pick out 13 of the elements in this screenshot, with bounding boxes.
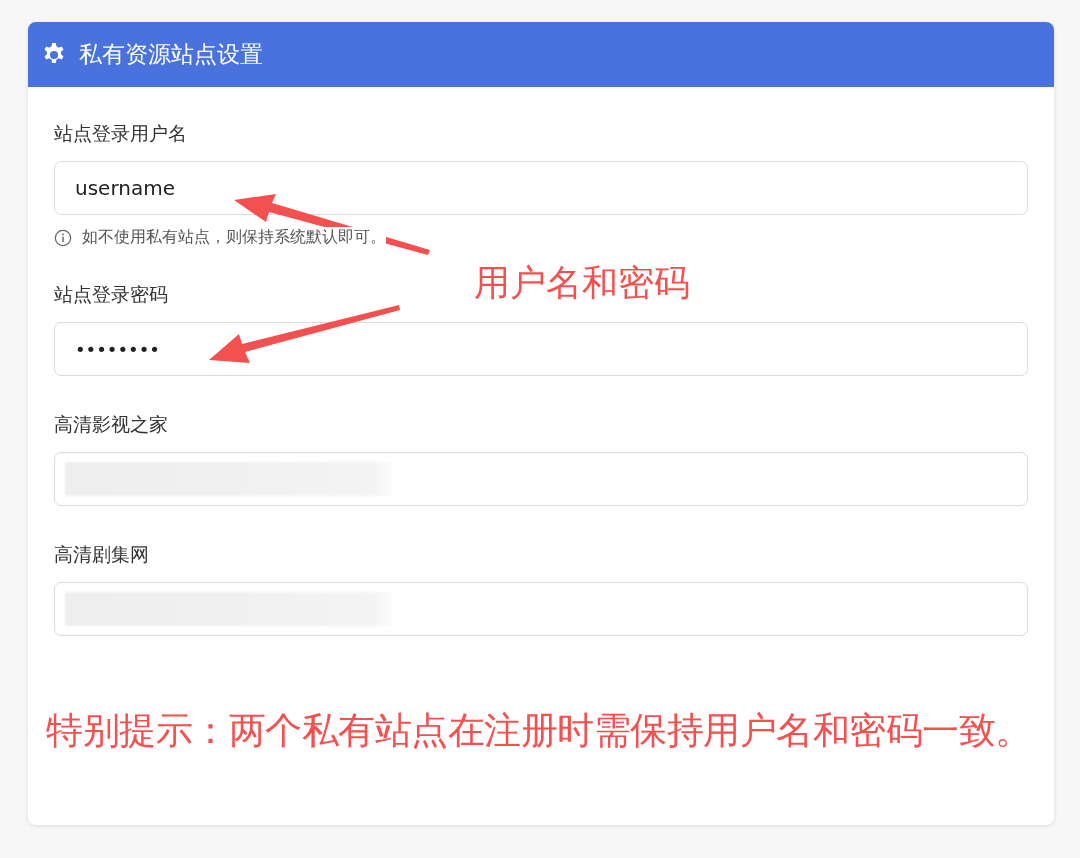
input-field[interactable] bbox=[54, 582, 1028, 636]
field-label: 高清剧集网 bbox=[54, 542, 149, 567]
field-label: 站点登录密码 bbox=[54, 282, 168, 307]
hint-text: 如不使用私有站点，则保持系统默认即可。 bbox=[82, 227, 386, 248]
panel-title: 私有资源站点设置 bbox=[79, 40, 263, 69]
annotation-note: 特别提示：两个私有站点在注册时需保持用户名和密码一致。 bbox=[46, 708, 1032, 754]
input-field[interactable] bbox=[54, 452, 1028, 506]
info-icon bbox=[54, 228, 72, 247]
field-label: 站点登录用户名 bbox=[54, 121, 187, 146]
annotation-label: 用户名和密码 bbox=[474, 261, 690, 305]
input-field[interactable]: •••••••• bbox=[54, 322, 1028, 376]
field-label: 高清影视之家 bbox=[54, 412, 168, 437]
input-field[interactable]: username bbox=[54, 161, 1028, 215]
